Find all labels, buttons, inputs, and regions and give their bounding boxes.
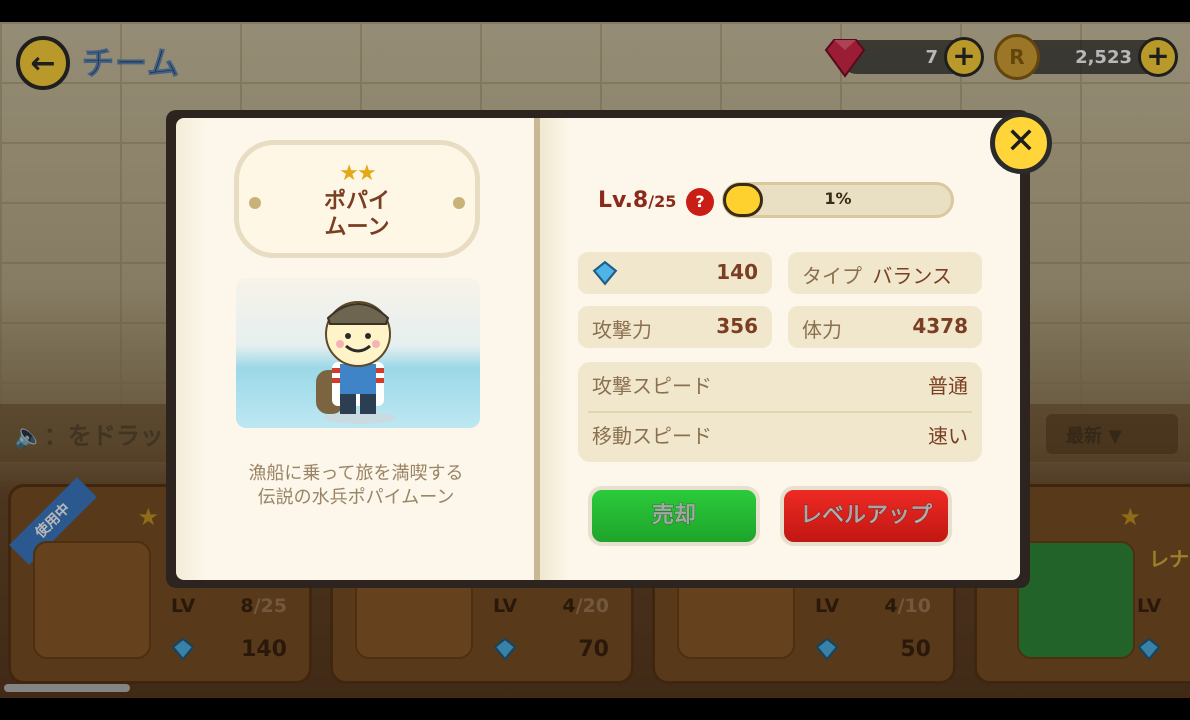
- attack-value: 356: [716, 314, 758, 338]
- sell-button[interactable]: 売却: [588, 486, 760, 546]
- rarity-stars-icon: ★★: [339, 161, 376, 186]
- nail-icon: [453, 197, 465, 209]
- attack-speed-label: 攻撃スピード: [592, 374, 712, 398]
- attack-stat: 攻撃力 356: [578, 306, 772, 348]
- move-speed-row: 移動スピード 速い: [592, 412, 968, 460]
- character-illustration: [236, 278, 480, 428]
- character-name: ポパイ ムーン: [323, 189, 390, 240]
- help-button[interactable]: ?: [686, 188, 714, 216]
- cost-value: 140: [716, 260, 758, 284]
- hp-stat: 体力 4378: [788, 306, 982, 348]
- type-stat: タイプ バランス: [788, 252, 982, 294]
- move-speed-value: 速い: [928, 424, 968, 448]
- xp-percent: 1%: [824, 189, 852, 208]
- close-icon: ✕: [1005, 121, 1037, 162]
- character-description: 漁船に乗って旅を満喫する 伝説の水兵ポパイムーン: [248, 463, 464, 508]
- hp-label: 体力: [802, 318, 842, 342]
- nail-icon: [249, 197, 261, 209]
- speed-stats: 攻撃スピード 普通 移動スピード 速い: [578, 362, 982, 462]
- hp-value: 4378: [912, 314, 968, 338]
- cost-stat: 140: [578, 252, 772, 294]
- level-up-button[interactable]: レベルアップ: [780, 486, 952, 546]
- crystal-icon: [592, 260, 618, 286]
- attack-speed-value: 普通: [928, 374, 968, 398]
- character-detail-modal: ★★ ポパイ ムーン 漁船に乗って旅を満喫する 伝説の水兵ポパイムーン Lv.8…: [166, 110, 1030, 588]
- character-name-plaque: ★★ ポパイ ムーン: [234, 140, 480, 258]
- move-speed-label: 移動スピード: [592, 424, 712, 448]
- sailor-character-icon: [316, 301, 396, 424]
- type-label: タイプ: [802, 264, 862, 288]
- xp-progress-bar: 1%: [722, 182, 954, 218]
- attack-label: 攻撃力: [592, 318, 652, 342]
- level-label: Lv.8/25: [598, 188, 677, 213]
- type-value: バランス: [872, 264, 952, 288]
- close-button[interactable]: ✕: [990, 112, 1052, 174]
- attack-speed-row: 攻撃スピード 普通: [592, 362, 968, 410]
